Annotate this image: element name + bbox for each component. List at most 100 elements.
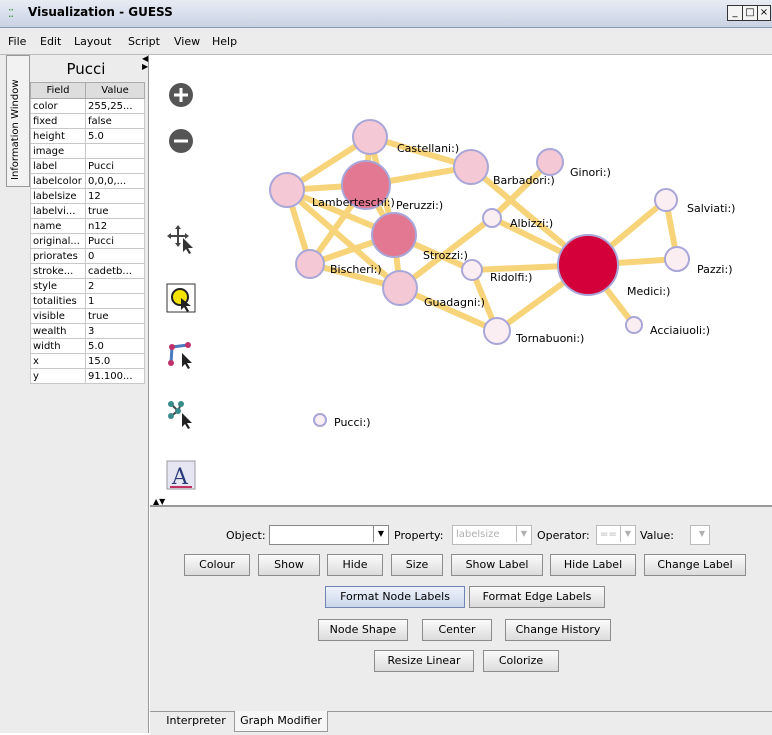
table-row[interactable]: label Pucci — [30, 158, 145, 174]
change-history-button[interactable]: Change History — [505, 619, 611, 641]
node-shape-button[interactable]: Node Shape — [318, 619, 408, 641]
node-move-icon[interactable] — [166, 399, 196, 429]
menu-edit[interactable]: Edit — [40, 35, 61, 48]
edge-icon[interactable] — [166, 339, 196, 369]
value-select[interactable]: ▼ — [690, 525, 710, 545]
close-button[interactable]: × — [757, 5, 771, 21]
graph-node-pucci[interactable] — [313, 413, 327, 427]
graph-node-acciaiuoli[interactable] — [625, 316, 643, 334]
value-cell[interactable]: 3 — [85, 323, 145, 339]
value-cell[interactable]: cadetb... — [85, 263, 145, 279]
graph-node-medici[interactable] — [557, 234, 619, 296]
graph-node-strozzi[interactable] — [371, 212, 417, 258]
value-cell[interactable]: n12 — [85, 218, 145, 234]
value-cell[interactable]: Pucci — [85, 158, 145, 174]
size-button[interactable]: Size — [391, 554, 443, 576]
title-bar[interactable]: ⁚⁚ Visualization - GUESS _ □ × — [0, 0, 772, 28]
chevron-down-icon[interactable]: ▼ — [695, 526, 709, 542]
hide-label-button[interactable]: Hide Label — [550, 554, 636, 576]
value-cell[interactable]: false — [85, 113, 145, 129]
table-row[interactable]: original... Pucci — [30, 233, 145, 249]
value-cell[interactable]: true — [85, 308, 145, 324]
zoom-in-icon[interactable] — [166, 80, 196, 110]
maximize-button[interactable]: □ — [742, 5, 758, 21]
splitter-arrows-icon[interactable]: ◀ ▶ — [142, 55, 148, 71]
chevron-down-icon[interactable]: ▼ — [620, 526, 635, 542]
table-row[interactable]: fixed false — [30, 113, 145, 129]
value-cell[interactable]: 5.0 — [85, 128, 145, 144]
value-cell[interactable]: 0,0,0,... — [85, 173, 145, 189]
value-cell[interactable]: Pucci — [85, 233, 145, 249]
value-cell[interactable]: true — [85, 203, 145, 219]
center-button[interactable]: Center — [422, 619, 492, 641]
node-label-strozzi: Strozzi:) — [423, 249, 468, 262]
table-row[interactable]: y 91.100... — [30, 368, 145, 384]
graph-node-bischeri[interactable] — [295, 249, 325, 279]
graph-node-castellani[interactable] — [352, 119, 388, 155]
table-row[interactable]: stroke... cadetb... — [30, 263, 145, 279]
resize-linear-button[interactable]: Resize Linear — [374, 650, 474, 672]
menu-script[interactable]: Script — [128, 35, 160, 48]
value-cell[interactable]: 255,25... — [85, 98, 145, 114]
tab-interpreter[interactable]: Interpreter — [160, 711, 232, 731]
graph-canvas[interactable]: Castellani:) Lamberteschi:) Peruzzi:) Barba… — [150, 55, 772, 505]
menu-layout[interactable]: Layout — [74, 35, 111, 48]
table-row[interactable]: height 5.0 — [30, 128, 145, 144]
property-select[interactable]: labelsize ▼ — [452, 525, 532, 545]
chevron-down-icon[interactable]: ▼ — [373, 526, 388, 542]
table-row[interactable]: wealth 3 — [30, 323, 145, 339]
property-table: Field Value color 255,25... fixed false heig… — [30, 82, 145, 384]
pan-icon[interactable] — [166, 224, 196, 254]
format-edge-labels-button[interactable]: Format Edge Labels — [469, 586, 605, 608]
value-cell[interactable]: 2 — [85, 278, 145, 294]
value-cell[interactable]: 5.0 — [85, 338, 145, 354]
node-label-medici: Medici:) — [627, 285, 670, 298]
table-row[interactable]: labelsize 12 — [30, 188, 145, 204]
value-cell[interactable]: 12 — [85, 188, 145, 204]
graph-node-salviati[interactable] — [654, 188, 678, 212]
value-cell[interactable]: 15.0 — [85, 353, 145, 369]
table-row[interactable]: color 255,25... — [30, 98, 145, 114]
menu-help[interactable]: Help — [212, 35, 237, 48]
graph-node-pazzi[interactable] — [664, 246, 690, 272]
select-icon[interactable] — [166, 283, 196, 313]
minimize-button[interactable]: _ — [727, 5, 743, 21]
value-cell[interactable] — [85, 143, 145, 159]
table-row[interactable]: priorates 0 — [30, 248, 145, 264]
table-row[interactable]: style 2 — [30, 278, 145, 294]
graph-node-tornabuoni[interactable] — [483, 317, 511, 345]
chevron-down-icon[interactable]: ▼ — [516, 526, 531, 542]
tab-graph-modifier[interactable]: Graph Modifier — [234, 711, 328, 732]
object-select[interactable]: ▼ — [269, 525, 389, 545]
colour-button[interactable]: Colour — [184, 554, 250, 576]
annotate-icon[interactable]: A — [166, 460, 196, 490]
graph-node-ridolfi[interactable] — [461, 259, 483, 281]
value-cell[interactable]: 91.100... — [85, 368, 145, 384]
table-row[interactable]: image — [30, 143, 145, 159]
hide-button[interactable]: Hide — [327, 554, 383, 576]
table-row[interactable]: labelcolor 0,0,0,... — [30, 173, 145, 189]
show-label-button[interactable]: Show Label — [451, 554, 543, 576]
table-row[interactable]: totalities 1 — [30, 293, 145, 309]
table-row[interactable]: name n12 — [30, 218, 145, 234]
operator-select[interactable]: == ▼ — [596, 525, 636, 545]
graph-node-albizzi[interactable] — [482, 208, 502, 228]
window-title: Visualization - GUESS — [28, 5, 173, 19]
value-cell[interactable]: 1 — [85, 293, 145, 309]
table-row[interactable]: x 15.0 — [30, 353, 145, 369]
menu-file[interactable]: File — [8, 35, 26, 48]
graph-node-lamberteschi[interactable] — [269, 172, 305, 208]
table-row[interactable]: labelvi... true — [30, 203, 145, 219]
format-node-labels-button[interactable]: Format Node Labels — [325, 586, 465, 608]
graph-node-ginori[interactable] — [536, 148, 564, 176]
colorize-button[interactable]: Colorize — [483, 650, 559, 672]
graph-node-guadagni[interactable] — [382, 270, 418, 306]
value-cell[interactable]: 0 — [85, 248, 145, 264]
menu-view[interactable]: View — [174, 35, 200, 48]
show-button[interactable]: Show — [258, 554, 320, 576]
table-row[interactable]: width 5.0 — [30, 338, 145, 354]
zoom-out-icon[interactable] — [166, 126, 196, 156]
table-row[interactable]: visible true — [30, 308, 145, 324]
change-label-button[interactable]: Change Label — [644, 554, 746, 576]
graph-node-barbadori[interactable] — [453, 149, 489, 185]
